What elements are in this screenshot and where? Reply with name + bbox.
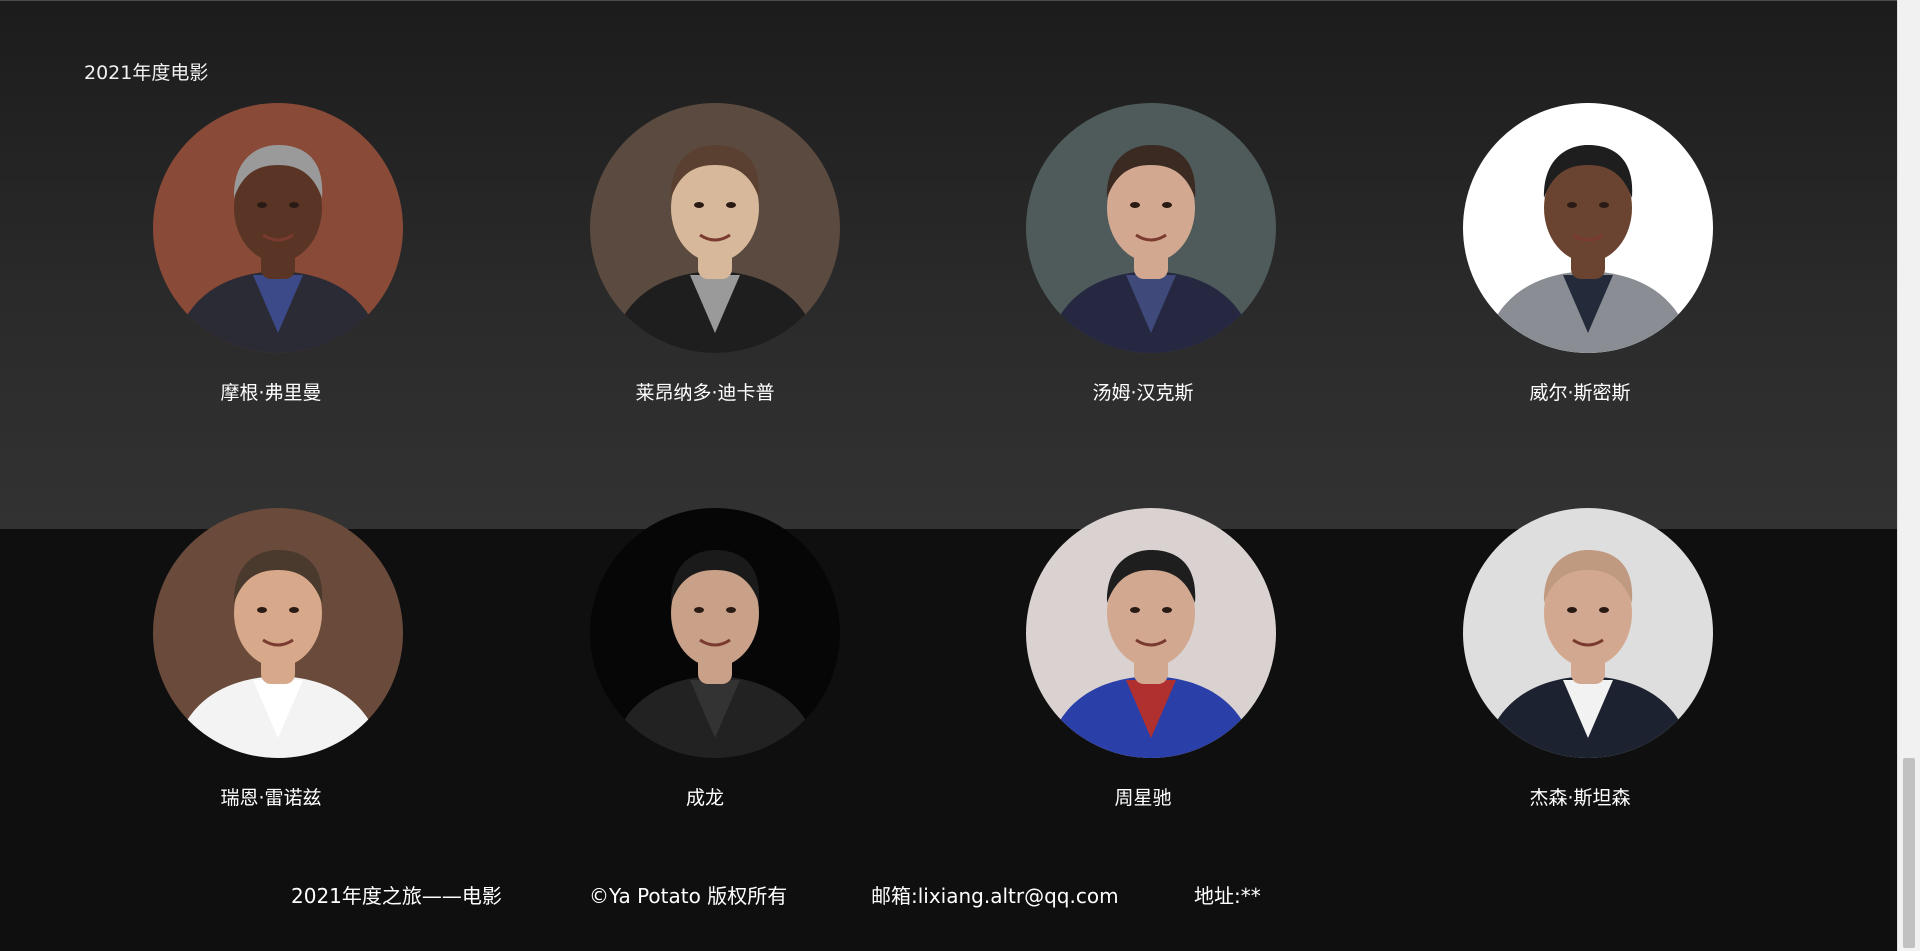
scrollbar-thumb[interactable] [1903,758,1915,948]
actor-card[interactable]: 周星驰 [1026,508,1276,809]
footer-copyright: ©Ya Potato 版权所有 [589,884,788,908]
footer-site-title: 2021年度之旅——电影 [291,884,502,908]
actor-card[interactable]: 摩根·弗里曼 [153,103,403,404]
actor-photo[interactable] [1026,508,1276,758]
actor-name[interactable]: 摩根·弗里曼 [146,378,396,405]
footer-address: 地址:** [1194,884,1261,908]
actor-name[interactable]: 周星驰 [1018,783,1268,810]
actor-photo[interactable] [1463,508,1713,758]
actor-card[interactable]: 莱昂纳多·迪卡普 [590,103,840,404]
actor-card[interactable]: 威尔·斯密斯 [1463,103,1713,404]
actor-card[interactable]: 瑞恩·雷诺兹 [153,508,403,809]
actor-photo[interactable] [1026,103,1276,353]
section-title: 2021年度电影 [84,62,209,84]
actor-name[interactable]: 莱昂纳多·迪卡普 [580,378,830,405]
actor-photo[interactable] [590,103,840,353]
actor-name[interactable]: 汤姆·汉克斯 [1018,378,1268,405]
footer: 2021年度之旅——电影 ©Ya Potato 版权所有 邮箱:lixiang.… [0,880,1898,910]
actor-card[interactable]: 杰森·斯坦森 [1463,508,1713,809]
actor-card[interactable]: 汤姆·汉克斯 [1026,103,1276,404]
actor-name[interactable]: 成龙 [580,783,830,810]
actor-name[interactable]: 威尔·斯密斯 [1455,378,1705,405]
actor-card[interactable]: 成龙 [590,508,840,809]
actor-photo[interactable] [153,508,403,758]
actor-photo[interactable] [1463,103,1713,353]
actor-photo[interactable] [590,508,840,758]
actor-photo[interactable] [153,103,403,353]
vertical-scrollbar[interactable] [1897,0,1920,951]
actor-name[interactable]: 杰森·斯坦森 [1455,783,1705,810]
actor-name[interactable]: 瑞恩·雷诺兹 [146,783,396,810]
footer-email: 邮箱:lixiang.altr@qq.com [871,884,1119,908]
